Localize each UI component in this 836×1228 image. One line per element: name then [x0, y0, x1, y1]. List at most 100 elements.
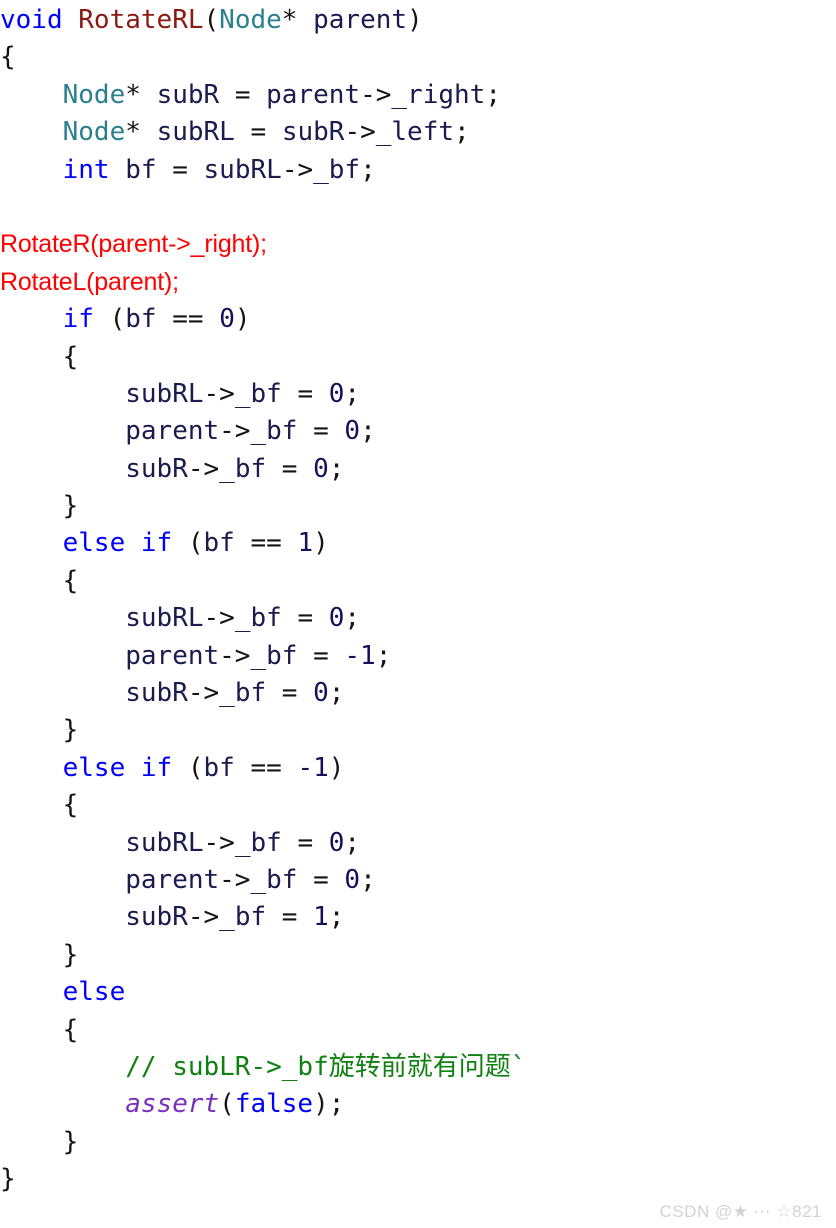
- token-type: Node: [62, 117, 126, 148]
- code-line: {: [0, 787, 836, 824]
- token-punct: ;: [328, 902, 345, 933]
- token-ident: _bf: [219, 453, 267, 484]
- csdn-watermark: CSDN @★ ⋯ ☆821: [659, 1202, 822, 1221]
- token-punct: [0, 678, 125, 708]
- token-punct: ;: [328, 453, 345, 484]
- token-ident: parent: [125, 864, 220, 895]
- token-punct: =: [297, 640, 345, 671]
- code-line: else if (bf == 1): [0, 525, 836, 562]
- token-ident: _bf: [250, 416, 298, 447]
- token-punct: [0, 192, 16, 222]
- token-num: -1: [344, 640, 376, 671]
- token-punct: {: [0, 341, 79, 372]
- token-kw: else if: [62, 752, 173, 783]
- token-ident: _bf: [234, 378, 282, 409]
- token-punct: ): [328, 752, 345, 783]
- token-punct: [0, 977, 63, 1007]
- token-ident: subR: [125, 678, 188, 709]
- token-num: 1: [297, 528, 314, 559]
- token-punct: [0, 1089, 125, 1119]
- code-line: int bf = subRL->_bf;: [0, 152, 836, 189]
- token-punct: {: [0, 1014, 79, 1045]
- token-ident: _bf: [219, 678, 267, 709]
- token-macro: assert: [125, 1089, 220, 1120]
- token-punct: [0, 753, 63, 783]
- token-type: Node: [219, 5, 282, 35]
- token-punct: *: [125, 79, 157, 110]
- token-punct: ->: [219, 416, 251, 447]
- code-line: }: [0, 488, 836, 525]
- token-punct: }: [0, 1164, 16, 1195]
- token-punct: ;: [344, 378, 361, 409]
- code-line: {: [0, 39, 836, 76]
- token-punct: =: [266, 453, 314, 484]
- token-punct: ->: [281, 154, 314, 185]
- token-punct: [0, 528, 63, 558]
- token-num: 0: [328, 378, 345, 409]
- token-punct: (: [172, 752, 204, 783]
- code-line: else if (bf == -1): [0, 750, 836, 787]
- token-ident: parent: [266, 79, 361, 110]
- token-punct: ->: [203, 603, 235, 634]
- token-num: -1: [297, 752, 329, 783]
- token-punct: =: [281, 603, 329, 634]
- token-punct: =: [281, 378, 329, 409]
- token-num: 0: [328, 827, 345, 858]
- token-punct: [0, 828, 125, 858]
- token-kw: false: [234, 1089, 314, 1120]
- token-punct: ): [313, 528, 329, 559]
- token-punct: ;: [375, 640, 392, 671]
- annotation-line: RotateL(parent);: [0, 264, 836, 301]
- token-ident: _bf: [313, 154, 361, 185]
- token-punct: ->: [219, 864, 251, 895]
- code-line: {: [0, 1012, 836, 1049]
- code-line: assert(false);: [0, 1086, 836, 1123]
- token-punct: }: [0, 715, 79, 746]
- token-type: Node: [62, 79, 126, 110]
- code-line: if (bf == 0): [0, 301, 836, 338]
- token-ident: subRL: [156, 117, 235, 148]
- token-ident: subRL: [125, 378, 204, 409]
- code-line: parent->_bf = 0;: [0, 862, 836, 899]
- code-block: void RotateRL(Node* parent){ Node* subR …: [0, 0, 836, 1199]
- token-punct: ->: [187, 453, 220, 484]
- code-line: }: [0, 1124, 836, 1161]
- token-punct: [0, 379, 125, 409]
- token-punct: [0, 1052, 125, 1082]
- token-num: 1: [313, 902, 329, 933]
- token-punct: ;: [485, 79, 501, 110]
- token-fn: RotateRL: [78, 5, 204, 35]
- token-punct: ;: [344, 603, 361, 634]
- token-punct: =: [156, 154, 204, 185]
- token-punct: =: [297, 416, 345, 447]
- token-kw: void: [0, 5, 63, 35]
- token-ident: _right: [391, 79, 486, 110]
- token-ident: bf: [125, 304, 157, 335]
- token-red: RotateL(parent);: [0, 267, 179, 296]
- token-punct: ->: [187, 902, 220, 933]
- token-num: 0: [219, 304, 235, 335]
- token-punct: [0, 641, 125, 671]
- token-punct: ;: [360, 416, 376, 447]
- token-punct: [110, 155, 126, 185]
- code-line: {: [0, 339, 836, 376]
- token-kw: if: [62, 304, 94, 335]
- token-num: 0: [344, 864, 361, 895]
- token-punct: =: [266, 902, 314, 933]
- code-line: parent->_bf = 0;: [0, 413, 836, 450]
- code-line: }: [0, 712, 836, 749]
- token-punct: [63, 5, 79, 35]
- token-ident: _bf: [234, 603, 282, 634]
- code-line: subR->_bf = 0;: [0, 451, 836, 488]
- token-punct: [0, 454, 125, 484]
- token-ident: subR: [125, 902, 188, 933]
- token-punct: ;: [360, 154, 376, 185]
- token-ident: _bf: [219, 902, 267, 933]
- code-line: subR->_bf = 1;: [0, 899, 836, 936]
- code-line: }: [0, 1161, 836, 1198]
- token-punct: (: [172, 528, 204, 559]
- code-line: else: [0, 974, 836, 1011]
- token-punct: [0, 304, 63, 334]
- token-punct: ->: [203, 378, 235, 409]
- token-punct: ->: [187, 678, 220, 709]
